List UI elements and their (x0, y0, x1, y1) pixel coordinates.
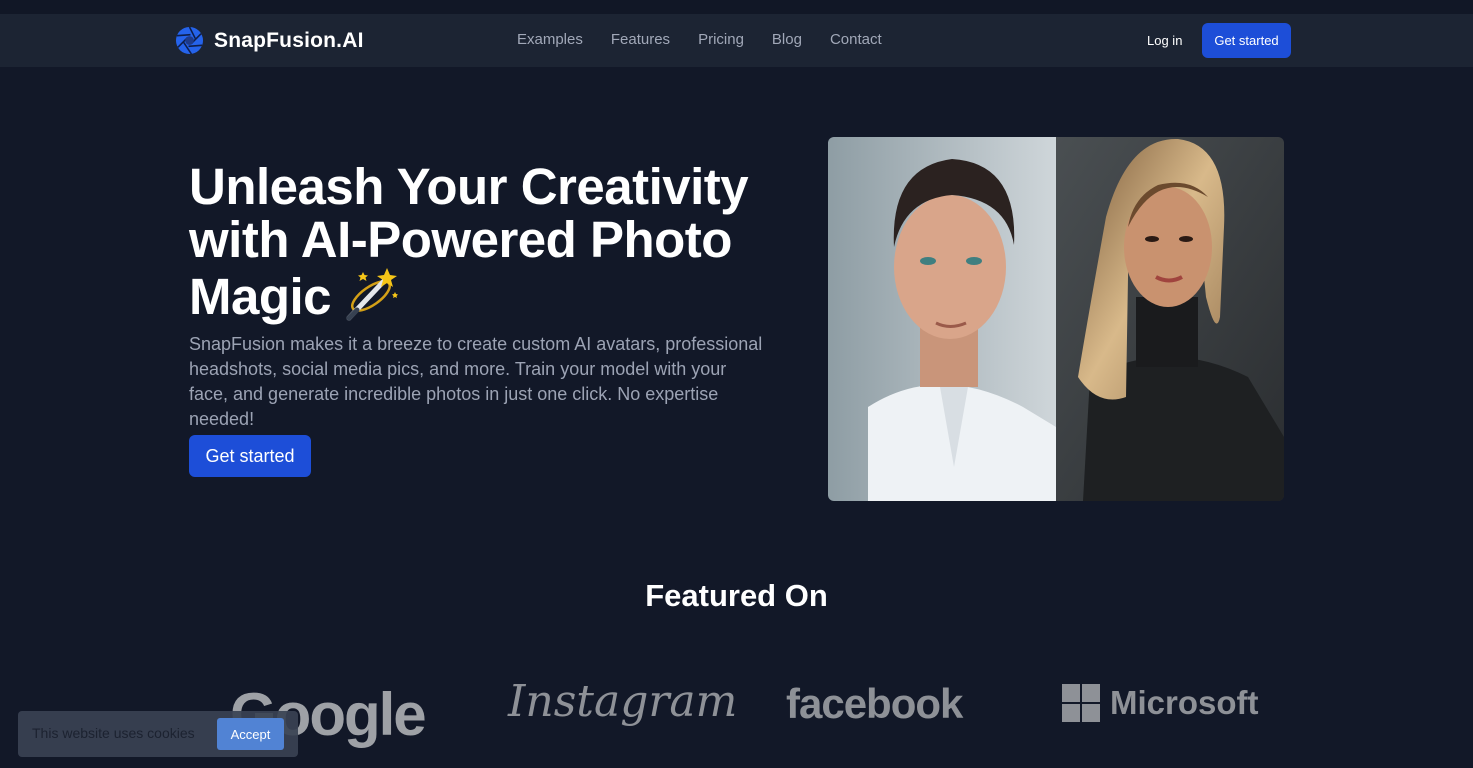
nav-link-contact[interactable]: Contact (830, 31, 882, 48)
cookie-banner: This website uses cookies Accept (18, 711, 298, 757)
hero-title-text: Unleash Your Creativity with AI-Powered … (189, 158, 749, 325)
navbar: SnapFusion.AI Examples Features Pricing … (0, 14, 1473, 67)
microsoft-grid-icon (1062, 684, 1100, 722)
cookie-banner-text: This website uses cookies (32, 725, 195, 741)
brand-name: SnapFusion.AI (214, 28, 364, 52)
microsoft-logo: Microsoft (1062, 684, 1259, 722)
top-strip (0, 0, 1473, 14)
cookie-accept-button[interactable]: Accept (217, 718, 284, 750)
portrait-pair-illustration (828, 137, 1284, 501)
hero-portrait-image (828, 137, 1284, 501)
hero-get-started-button[interactable]: Get started (189, 435, 311, 477)
aperture-icon (175, 26, 204, 55)
login-link[interactable]: Log in (1147, 33, 1182, 48)
hero-subtitle: SnapFusion makes it a breeze to create c… (189, 334, 763, 429)
main-nav: Examples Features Pricing Blog Contact (517, 31, 910, 48)
nav-link-features[interactable]: Features (611, 31, 670, 48)
microsoft-logo-text: Microsoft (1110, 684, 1259, 721)
nav-link-blog[interactable]: Blog (772, 31, 802, 48)
facebook-logo: facebook (786, 680, 963, 727)
magic-wand-icon (346, 268, 399, 321)
featured-on-heading: Featured On (645, 578, 828, 613)
brand-logo-link[interactable]: SnapFusion.AI (175, 26, 364, 55)
hero-title: Unleash Your Creativity with AI-Powered … (189, 160, 789, 323)
instagram-logo: Instagram (508, 676, 738, 727)
nav-link-pricing[interactable]: Pricing (698, 31, 744, 48)
nav-get-started-button[interactable]: Get started (1202, 23, 1291, 58)
nav-link-examples[interactable]: Examples (517, 31, 583, 48)
